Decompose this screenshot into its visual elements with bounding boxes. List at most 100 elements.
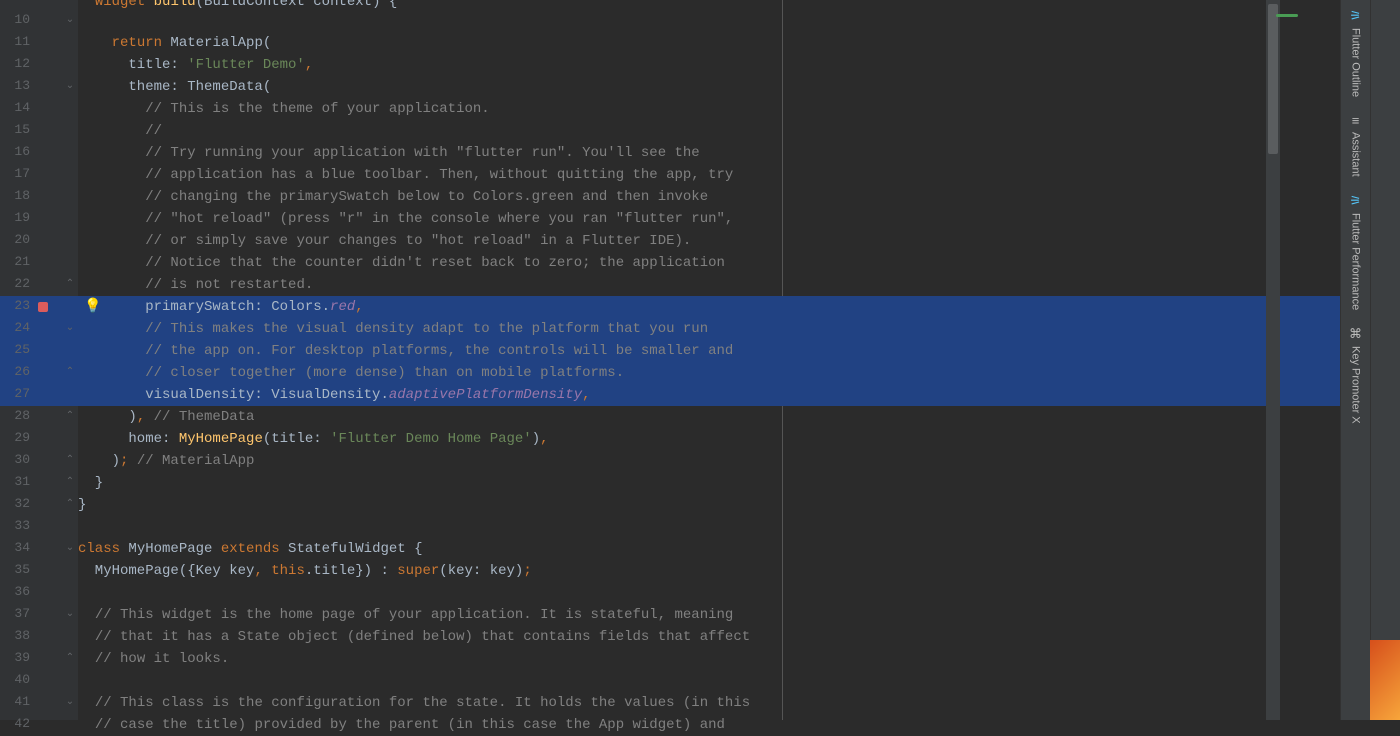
code-text[interactable]: // Notice that the counter didn't reset … bbox=[78, 255, 725, 271]
code-line[interactable]: 19 // "hot reload" (press "r" in the con… bbox=[0, 208, 1340, 230]
fold-toggle-icon[interactable]: ⌄ bbox=[64, 80, 76, 92]
code-line[interactable]: 33 bbox=[0, 516, 1340, 538]
code-line[interactable]: 37⌄ // This widget is the home page of y… bbox=[0, 604, 1340, 626]
fold-toggle-icon[interactable]: ⌄ bbox=[64, 608, 76, 620]
code-line[interactable]: 22 ⌃ // is not restarted. bbox=[0, 274, 1340, 296]
fold-toggle-icon[interactable]: ⌃ bbox=[64, 498, 76, 510]
code-line[interactable]: 10 ⌄ bbox=[0, 10, 1340, 32]
vertical-scrollbar-thumb[interactable] bbox=[1268, 4, 1278, 154]
breakpoint-icon[interactable] bbox=[38, 302, 48, 312]
code-line[interactable]: 27 visualDensity: VisualDensity.adaptive… bbox=[0, 384, 1340, 406]
code-text[interactable]: // This class is the configuration for t… bbox=[78, 695, 750, 711]
code-text[interactable]: title: 'Flutter Demo', bbox=[78, 57, 313, 73]
code-line[interactable]: 23💡 primarySwatch: Colors.red, bbox=[0, 296, 1340, 318]
line-number: 41 bbox=[0, 692, 30, 709]
code-text[interactable]: primarySwatch: Colors.red, bbox=[78, 299, 364, 315]
partial-line-top: Widget build(BuildContext context) { bbox=[78, 0, 397, 10]
code-text[interactable]: home: MyHomePage(title: 'Flutter Demo Ho… bbox=[78, 431, 549, 447]
code-text[interactable]: // "hot reload" (press "r" in the consol… bbox=[78, 211, 733, 227]
line-number: 18 bbox=[0, 186, 30, 203]
code-text[interactable]: // Try running your application with "fl… bbox=[78, 145, 700, 161]
code-line[interactable]: 28⌃ ), // ThemeData bbox=[0, 406, 1340, 428]
code-text[interactable]: // that it has a State object (defined b… bbox=[78, 629, 750, 645]
fold-toggle-icon[interactable]: ⌃ bbox=[64, 366, 76, 378]
code-line[interactable]: 32 ⌃} bbox=[0, 494, 1340, 516]
fold-toggle-icon[interactable]: ⌃ bbox=[64, 410, 76, 422]
code-line[interactable]: 12 title: 'Flutter Demo', bbox=[0, 54, 1340, 76]
code-line[interactable]: 20 // or simply save your changes to "ho… bbox=[0, 230, 1340, 252]
code-text[interactable]: // application has a blue toolbar. Then,… bbox=[78, 167, 733, 183]
code-text[interactable]: // bbox=[78, 123, 162, 139]
code-line[interactable]: 21 // Notice that the counter didn't res… bbox=[0, 252, 1340, 274]
code-line[interactable]: 17 // application has a blue toolbar. Th… bbox=[0, 164, 1340, 186]
code-text[interactable]: visualDensity: VisualDensity.adaptivePla… bbox=[78, 387, 591, 403]
code-text[interactable]: } bbox=[78, 497, 86, 513]
tool-window-tab-flutter-performance[interactable]: ⚞Flutter Performance bbox=[1348, 185, 1364, 318]
line-number: 32 bbox=[0, 494, 30, 511]
tool-window-tab-assistant[interactable]: ≡Assistant bbox=[1348, 105, 1364, 185]
code-text[interactable]: // is not restarted. bbox=[78, 277, 313, 293]
fold-toggle-icon[interactable]: ⌃ bbox=[64, 476, 76, 488]
fold-toggle-icon[interactable]: ⌄ bbox=[64, 542, 76, 554]
tool-window-tab-label: Flutter Performance bbox=[1350, 213, 1362, 310]
line-number: 22 bbox=[0, 274, 30, 291]
code-line[interactable]: 39 ⌃ // how it looks. bbox=[0, 648, 1340, 670]
code-text[interactable]: MyHomePage({Key key, this.title}) : supe… bbox=[78, 563, 532, 579]
code-line[interactable]: 11 return MaterialApp( bbox=[0, 32, 1340, 54]
code-text[interactable]: // the app on. For desktop platforms, th… bbox=[78, 343, 733, 359]
line-number: 39 bbox=[0, 648, 30, 665]
fold-toggle-icon[interactable]: ⌄ bbox=[64, 14, 76, 26]
line-number: 19 bbox=[0, 208, 30, 225]
code-text[interactable]: // closer together (more dense) than on … bbox=[78, 365, 624, 381]
code-line[interactable]: 31⌃ } bbox=[0, 472, 1340, 494]
line-number: 33 bbox=[0, 516, 30, 533]
line-number: 10 bbox=[0, 10, 30, 27]
code-line[interactable]: 24⌄ // This makes the visual density ada… bbox=[0, 318, 1340, 340]
code-editor[interactable]: Widget build(BuildContext context) { 10 ⌄… bbox=[0, 0, 1340, 720]
code-line[interactable]: 34 ⌄class MyHomePage extends StatefulWidg… bbox=[0, 538, 1340, 560]
fold-toggle-icon[interactable]: ⌄ bbox=[64, 322, 76, 334]
code-line[interactable]: 30⌃ ); // MaterialApp bbox=[0, 450, 1340, 472]
code-text[interactable]: // This widget is the home page of your … bbox=[78, 607, 733, 623]
code-text[interactable]: // This is the theme of your application… bbox=[78, 101, 490, 117]
code-text[interactable]: // changing the primarySwatch below to C… bbox=[78, 189, 708, 205]
line-number: 25 bbox=[0, 340, 30, 357]
code-line[interactable]: 40 bbox=[0, 670, 1340, 692]
code-text[interactable]: ); // MaterialApp bbox=[78, 453, 254, 469]
line-number: 17 bbox=[0, 164, 30, 181]
fold-toggle-icon[interactable]: ⌃ bbox=[64, 454, 76, 466]
tool-window-tab-key-promoter-x[interactable]: ⌘Key Promoter X bbox=[1347, 318, 1364, 432]
line-number: 34 bbox=[0, 538, 30, 555]
code-line[interactable]: 18 // changing the primarySwatch below t… bbox=[0, 186, 1340, 208]
code-line[interactable]: 25 // the app on. For desktop platforms,… bbox=[0, 340, 1340, 362]
code-line[interactable]: 42 // case the title) provided by the pa… bbox=[0, 714, 1340, 736]
code-text[interactable]: // how it looks. bbox=[78, 651, 229, 667]
fold-toggle-icon[interactable]: ⌃ bbox=[64, 652, 76, 664]
code-line[interactable]: 35 MyHomePage({Key key, this.title}) : s… bbox=[0, 560, 1340, 582]
code-text[interactable]: ), // ThemeData bbox=[78, 409, 254, 425]
tool-window-column-outer bbox=[1370, 0, 1400, 720]
code-text[interactable]: // This makes the visual density adapt t… bbox=[78, 321, 708, 337]
line-number: 11 bbox=[0, 32, 30, 49]
code-text[interactable]: // case the title) provided by the paren… bbox=[78, 717, 725, 733]
fold-toggle-icon[interactable]: ⌄ bbox=[64, 696, 76, 708]
code-text[interactable]: return MaterialApp( bbox=[78, 35, 271, 51]
tool-window-column: ⚞Flutter Outline≡Assistant⚞Flutter Perfo… bbox=[1340, 0, 1370, 720]
fold-toggle-icon[interactable]: ⌃ bbox=[64, 278, 76, 290]
code-line[interactable]: 13⌄ theme: ThemeData( bbox=[0, 76, 1340, 98]
code-line[interactable]: 29 home: MyHomePage(title: 'Flutter Demo… bbox=[0, 428, 1340, 450]
code-line[interactable]: 38 // that it has a State object (define… bbox=[0, 626, 1340, 648]
code-line[interactable]: 14 // This is the theme of your applicat… bbox=[0, 98, 1340, 120]
code-text[interactable]: } bbox=[78, 475, 103, 491]
code-line[interactable]: 41 ⌄ // This class is the configuration f… bbox=[0, 692, 1340, 714]
code-line[interactable]: 26⌃ // closer together (more dense) than… bbox=[0, 362, 1340, 384]
inspection-indicator[interactable] bbox=[1276, 14, 1298, 17]
tool-window-tab-flutter-outline[interactable]: ⚞Flutter Outline bbox=[1348, 0, 1364, 105]
code-line[interactable]: 36 bbox=[0, 582, 1340, 604]
line-number: 14 bbox=[0, 98, 30, 115]
code-text[interactable]: class MyHomePage extends StatefulWidget … bbox=[78, 541, 422, 557]
code-text[interactable]: theme: ThemeData( bbox=[78, 79, 271, 95]
code-text[interactable]: // or simply save your changes to "hot r… bbox=[78, 233, 691, 249]
code-line[interactable]: 16 // Try running your application with … bbox=[0, 142, 1340, 164]
code-line[interactable]: 15 // bbox=[0, 120, 1340, 142]
